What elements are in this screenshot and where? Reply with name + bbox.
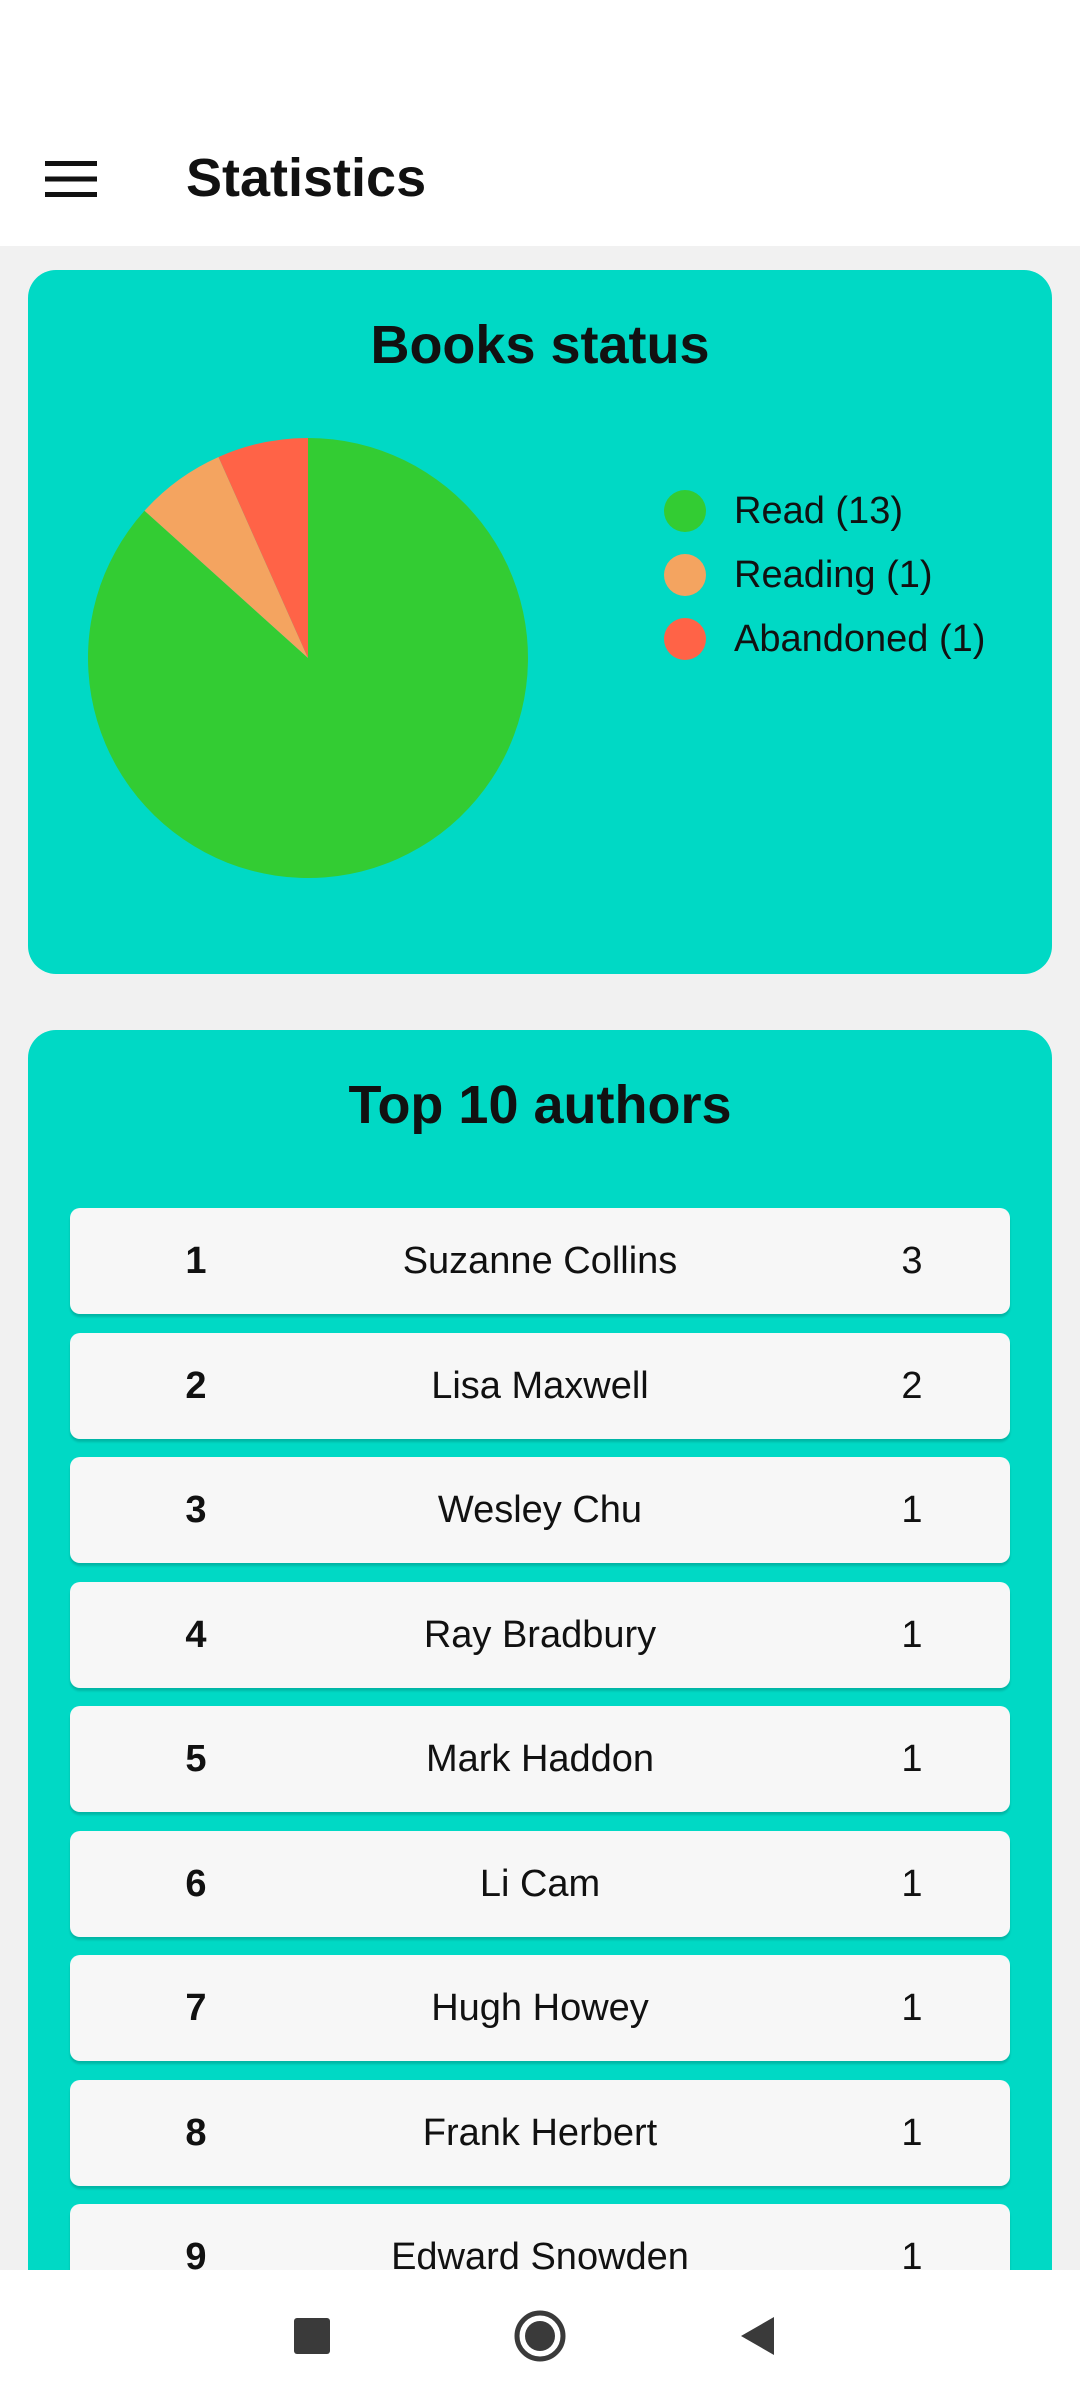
author-name: Frank Herbert <box>422 2112 658 2154</box>
legend-label-read: Read (13) <box>734 490 903 532</box>
recents-button[interactable] <box>272 2296 352 2376</box>
author-rank: 7 <box>185 1987 207 2029</box>
legend-label-reading: Reading (1) <box>734 554 933 596</box>
books-status-pie-chart <box>86 436 530 880</box>
chart-legend: Read (13) Reading (1) Abandoned (1) <box>664 430 1044 720</box>
home-circle-icon <box>514 2310 566 2362</box>
author-book-count: 1 <box>901 2112 923 2154</box>
legend-dot-read <box>664 490 706 532</box>
author-row-3[interactable]: 3 Wesley Chu 1 <box>70 1457 1010 1563</box>
author-name: Lisa Maxwell <box>431 1365 649 1407</box>
author-name: Suzanne Collins <box>402 1240 678 1282</box>
legend-item-abandoned: Abandoned (1) <box>664 618 1044 660</box>
author-row-7[interactable]: 7 Hugh Howey 1 <box>70 1955 1010 2061</box>
author-rank: 4 <box>185 1614 207 1656</box>
author-name: Mark Haddon <box>425 1738 655 1780</box>
books-status-title: Books status <box>370 315 710 375</box>
legend-item-reading: Reading (1) <box>664 554 1044 596</box>
legend-label-abandoned: Abandoned (1) <box>734 618 986 660</box>
books-status-card: Books status Read (13) Reading (1) Aband… <box>28 270 1052 974</box>
back-triangle-icon <box>741 2317 774 2355</box>
home-button[interactable] <box>500 2296 580 2376</box>
legend-dot-reading <box>664 554 706 596</box>
author-row-4[interactable]: 4 Ray Bradbury 1 <box>70 1582 1010 1688</box>
author-rank: 8 <box>185 2112 207 2154</box>
menu-button[interactable] <box>26 134 116 224</box>
system-navigation-bar <box>0 2270 1080 2400</box>
author-name: Wesley Chu <box>437 1489 643 1531</box>
author-book-count: 1 <box>901 1987 923 2029</box>
author-book-count: 1 <box>901 1738 923 1780</box>
author-name: Ray Bradbury <box>423 1614 657 1656</box>
author-row-5[interactable]: 5 Mark Haddon 1 <box>70 1706 1010 1812</box>
author-name: Hugh Howey <box>431 1987 649 2029</box>
author-rank: 1 <box>185 1240 207 1282</box>
author-row-2[interactable]: 2 Lisa Maxwell 2 <box>70 1333 1010 1439</box>
author-row-1[interactable]: 1 Suzanne Collins 3 <box>70 1208 1010 1314</box>
author-row-8[interactable]: 8 Frank Herbert 1 <box>70 2080 1010 2186</box>
recents-square-icon <box>294 2318 330 2354</box>
app-bar: Statistics <box>0 108 1080 246</box>
page-title: Statistics <box>186 148 427 208</box>
author-book-count: 1 <box>901 1863 923 1905</box>
author-name: Li Cam <box>479 1863 601 1905</box>
top-authors-title: Top 10 authors <box>348 1075 732 1135</box>
author-book-count: 3 <box>901 1240 923 1282</box>
status-bar <box>0 0 1080 108</box>
author-book-count: 1 <box>901 1489 923 1531</box>
back-button[interactable] <box>718 2296 798 2376</box>
author-rank: 3 <box>185 1489 207 1531</box>
top-authors-card: Top 10 authors 1 Suzanne Collins 3 2 Lis… <box>28 1030 1052 2400</box>
author-rank: 5 <box>185 1738 207 1780</box>
author-row-6[interactable]: 6 Li Cam 1 <box>70 1831 1010 1937</box>
author-book-count: 1 <box>901 1614 923 1656</box>
author-book-count: 2 <box>901 1365 923 1407</box>
hamburger-menu-icon <box>45 161 97 197</box>
author-rank: 6 <box>185 1863 207 1905</box>
pie-chart-svg <box>87 438 528 878</box>
author-rank: 2 <box>185 1365 207 1407</box>
legend-item-read: Read (13) <box>664 490 1044 532</box>
legend-dot-abandoned <box>664 618 706 660</box>
